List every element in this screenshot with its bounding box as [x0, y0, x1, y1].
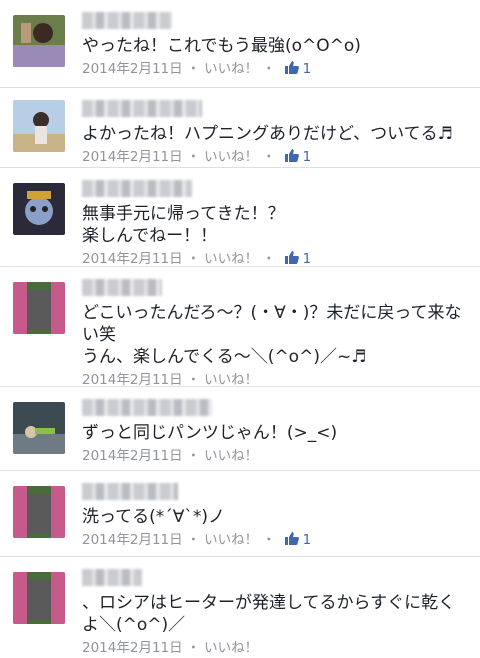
avatar[interactable] [13, 100, 65, 152]
comment-text: 無事手元に帰ってきた！？ 楽しんでねー！！ [82, 204, 285, 246]
comment-date[interactable]: 2014年2月11日 [82, 59, 183, 79]
comment-meta: 2014年2月11日 ・ いいね！ [82, 638, 259, 658]
comment-text: 洗ってる(*´∀`*)ノ [82, 507, 226, 527]
thumbs-up-icon[interactable] [284, 530, 300, 550]
comment-item: 、ロシアはヒーターが発達してるからすぐに乾くよ＼(^o^)／ 2014年2月11… [0, 557, 480, 657]
comment-item: 洗ってる(*´∀`*)ノ 2014年2月11日 ・ いいね！ ・ 1 [0, 471, 480, 557]
comment-item: どこいったんだろ〜？(・∀・)？未だに戻って来ない笑 うん、楽しんでくる〜＼(^… [0, 267, 480, 388]
comment-date[interactable]: 2014年2月11日 [82, 249, 183, 269]
comment-date[interactable]: 2014年2月11日 [82, 530, 183, 550]
commenter-name-blurred[interactable] [82, 483, 178, 500]
avatar[interactable] [13, 402, 65, 454]
comment-text: よかったね！ハプニングありだけど、ついてる♬ [82, 124, 453, 144]
avatar[interactable] [13, 572, 65, 624]
commenter-name-blurred[interactable] [82, 569, 142, 586]
like-link[interactable]: いいね！ [204, 530, 258, 550]
thumbs-up-icon[interactable] [284, 59, 300, 79]
avatar[interactable] [13, 15, 65, 67]
comment-meta: 2014年2月11日 ・ いいね！ ・ 1 [82, 530, 312, 550]
like-link[interactable]: いいね！ [204, 446, 258, 466]
like-count[interactable]: 1 [303, 530, 312, 550]
like-link[interactable]: いいね！ [204, 147, 258, 167]
like-link[interactable]: いいね！ [204, 59, 258, 79]
comment-date[interactable]: 2014年2月11日 [82, 446, 183, 466]
comment-meta: 2014年2月11日 ・ いいね！ [82, 446, 259, 466]
comment-date[interactable]: 2014年2月11日 [82, 147, 183, 167]
comment-meta: 2014年2月11日 ・ いいね！ ・ 1 [82, 59, 312, 79]
like-link[interactable]: いいね！ [204, 249, 258, 269]
comment-text: どこいったんだろ〜？(・∀・)？未だに戻って来ない笑 うん、楽しんでくる〜＼(^… [82, 303, 462, 367]
like-count[interactable]: 1 [303, 59, 312, 79]
comment-text: やったね！これでもう最強(o^O^o) [82, 36, 361, 56]
comment-meta: 2014年2月11日 ・ いいね！ ・ 1 [82, 249, 312, 269]
commenter-name-blurred[interactable] [82, 100, 202, 117]
comment-date[interactable]: 2014年2月11日 [82, 638, 183, 658]
comment-meta: 2014年2月11日 ・ いいね！ ・ 1 [82, 147, 312, 167]
like-count[interactable]: 1 [303, 249, 312, 269]
comment-item: やったね！これでもう最強(o^O^o) 2014年2月11日 ・ いいね！ ・ … [0, 0, 480, 88]
thumbs-up-icon[interactable] [284, 249, 300, 269]
commenter-name-blurred[interactable] [82, 180, 192, 197]
comment-text: 、ロシアはヒーターが発達してるからすぐに乾くよ＼(^o^)／ [82, 593, 456, 635]
commenter-name-blurred[interactable] [82, 279, 162, 296]
comment-item: ずっと同じパンツじゃん！(>_<) 2014年2月11日 ・ いいね！ [0, 387, 480, 471]
comment-list: やったね！これでもう最強(o^O^o) 2014年2月11日 ・ いいね！ ・ … [0, 0, 480, 657]
avatar[interactable] [13, 183, 65, 235]
comment-text: ずっと同じパンツじゃん！(>_<) [82, 423, 338, 443]
like-link[interactable]: いいね！ [204, 638, 258, 658]
commenter-name-blurred[interactable] [82, 399, 212, 416]
avatar[interactable] [13, 486, 65, 538]
like-count[interactable]: 1 [303, 147, 312, 167]
avatar[interactable] [13, 282, 65, 334]
commenter-name-blurred[interactable] [82, 12, 172, 29]
thumbs-up-icon[interactable] [284, 147, 300, 167]
comment-item: よかったね！ハプニングありだけど、ついてる♬ 2014年2月11日 ・ いいね！… [0, 88, 480, 168]
comment-item: 無事手元に帰ってきた！？ 楽しんでねー！！ 2014年2月11日 ・ いいね！ … [0, 168, 480, 267]
